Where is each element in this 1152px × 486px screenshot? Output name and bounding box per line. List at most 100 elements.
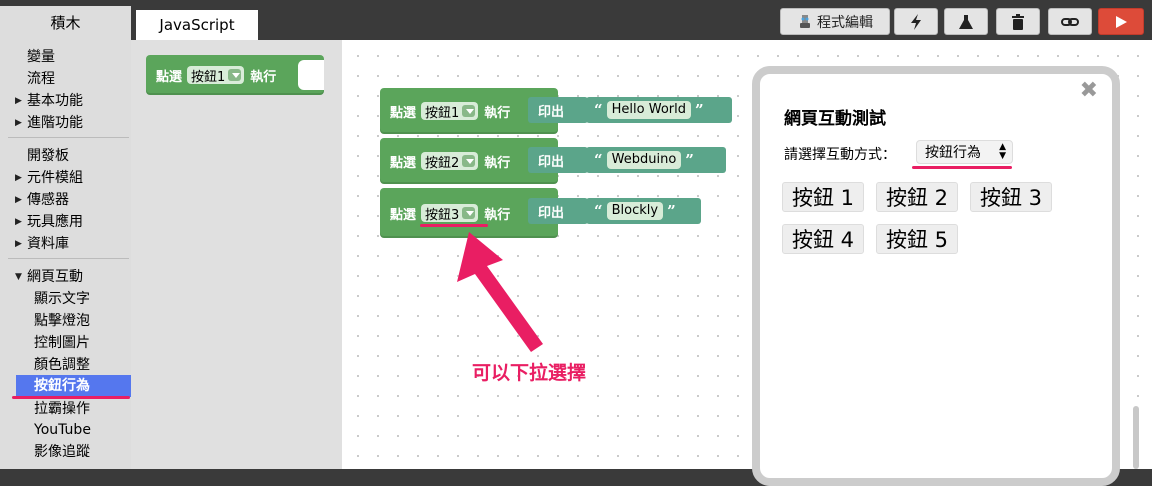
block-label-do: 執行 xyxy=(250,69,277,85)
category-board[interactable]: 開發板 xyxy=(0,145,131,167)
category-sensors[interactable]: ▶ 傳感器 xyxy=(0,189,131,211)
subcategory-youtube[interactable]: YouTube xyxy=(0,419,131,441)
print-label: 印出 xyxy=(538,205,565,221)
top-bar: 積木 JavaScript 程式編輯 xyxy=(0,0,1152,40)
block-label-click: 點選 xyxy=(390,155,417,171)
block-label-click: 點選 xyxy=(390,105,417,121)
category-label: 開發板 xyxy=(27,148,69,164)
open-quote-icon: “ xyxy=(594,151,603,169)
category-label: 基本功能 xyxy=(27,93,83,109)
subcategory-button-behavior[interactable]: 按鈕行為 xyxy=(16,375,131,397)
interaction-select[interactable]: 按鈕行為 ▲ ▼ xyxy=(916,140,1013,164)
dropdown-caret-icon xyxy=(462,155,476,167)
category-label: 資料庫 xyxy=(27,236,69,252)
link-button[interactable] xyxy=(1048,8,1092,35)
category-label: 顯示文字 xyxy=(34,291,90,307)
category-label: YouTube xyxy=(34,422,91,438)
button-dropdown[interactable]: 按鈕1 xyxy=(187,66,245,85)
interaction-label: 請選擇互動方式： xyxy=(784,147,896,163)
code-edit-button[interactable]: 程式編輯 xyxy=(780,8,890,35)
run-button[interactable] xyxy=(1098,8,1144,35)
trash-button[interactable] xyxy=(996,8,1040,35)
category-label: 按鈕行為 xyxy=(34,378,90,394)
category-flow[interactable]: 流程 xyxy=(0,68,131,90)
tab-blocks[interactable]: 積木 xyxy=(0,6,131,40)
category-modules[interactable]: ▶ 元件模組 xyxy=(0,167,131,189)
close-quote-icon: ” xyxy=(694,101,704,119)
category-label: 網頁互動 xyxy=(27,269,83,285)
close-icon[interactable]: ✖ xyxy=(1080,78,1098,103)
preview-button-3[interactable]: 按鈕 3 xyxy=(970,182,1052,212)
expand-arrow-icon: ▶ xyxy=(15,118,22,128)
code-edit-label: 程式編輯 xyxy=(817,14,873,31)
close-quote-icon: ” xyxy=(685,151,694,169)
divider xyxy=(8,137,129,138)
lightning-button[interactable] xyxy=(894,8,938,35)
select-value: 按鈕行為 xyxy=(925,145,981,161)
dropdown-value: 按鈕1 xyxy=(425,105,460,121)
print-block-1[interactable]: 印出 xyxy=(528,97,588,123)
expand-arrow-icon: ▶ xyxy=(15,173,22,183)
print-label: 印出 xyxy=(538,104,565,120)
preview-button-4[interactable]: 按鈕 4 xyxy=(782,224,864,254)
subcategory-tracking[interactable]: 影像追蹤 xyxy=(0,441,131,463)
expand-arrow-icon: ▶ xyxy=(15,217,22,227)
play-icon xyxy=(1114,15,1128,29)
preview-button-1[interactable]: 按鈕 1 xyxy=(782,182,864,212)
close-quote-icon: ” xyxy=(667,202,676,220)
category-label: 拉霸操作 xyxy=(34,401,90,417)
statement-socket xyxy=(298,60,324,90)
button-dropdown-2[interactable]: 按鈕2 xyxy=(421,152,479,171)
block-label-click: 點選 xyxy=(390,207,417,223)
category-label: 點擊燈泡 xyxy=(34,313,90,329)
select-underline xyxy=(912,166,1012,169)
subcategory-bulb[interactable]: 點擊燈泡 xyxy=(0,310,131,332)
block-label-click: 點選 xyxy=(156,69,183,85)
highlight-underline xyxy=(12,396,130,399)
category-database[interactable]: ▶ 資料庫 xyxy=(0,233,131,255)
subcategory-slider[interactable]: 拉霸操作 xyxy=(0,398,131,420)
category-basic[interactable]: ▶ 基本功能 xyxy=(0,90,131,112)
category-label: 玩具應用 xyxy=(27,214,83,230)
preview-button-2[interactable]: 按鈕 2 xyxy=(876,182,958,212)
category-label: 控制圖片 xyxy=(34,335,90,351)
subcategory-image[interactable]: 控制圖片 xyxy=(0,332,131,354)
text-value[interactable]: Webduino xyxy=(606,151,682,169)
print-block-3[interactable]: 印出 xyxy=(528,198,588,224)
dropdown-value: 按鈕2 xyxy=(425,155,460,171)
toolbox-sidebar: 變量 流程 ▶ 基本功能 ▶ 進階功能 開發板 ▶ 元件模組 ▶ 傳感器 ▶ 玩具應用 ▶… xyxy=(0,40,131,469)
collapse-arrow-icon: ▼ xyxy=(15,272,22,282)
link-icon xyxy=(1061,16,1079,28)
button-dropdown-1[interactable]: 按鈕1 xyxy=(421,102,479,121)
text-block-2[interactable]: “ Webduino ” xyxy=(586,147,726,173)
text-block-3[interactable]: “ Blockly ” xyxy=(586,198,701,224)
category-web-interaction[interactable]: ▼ 網頁互動 xyxy=(0,266,131,288)
subcategory-color[interactable]: 顏色調整 xyxy=(0,354,131,376)
block-label-do: 執行 xyxy=(484,155,511,171)
dropdown-caret-icon xyxy=(462,207,476,219)
expand-arrow-icon: ▶ xyxy=(15,239,22,249)
block-flyout xyxy=(131,40,342,469)
text-value[interactable]: Hello World xyxy=(606,101,691,119)
preview-panel: ✖ 網頁互動測試 請選擇互動方式： 按鈕行為 ▲ ▼ 按鈕 1 按鈕 2 按鈕 3… xyxy=(752,66,1120,486)
category-label: 傳感器 xyxy=(27,192,69,208)
button-dropdown-3[interactable]: 按鈕3 xyxy=(421,204,479,223)
text-block-1[interactable]: “ Hello World ” xyxy=(586,97,732,123)
pointer-arrow-icon xyxy=(457,232,543,352)
dropdown-value: 按鈕1 xyxy=(191,69,226,85)
workspace-scrollbar[interactable] xyxy=(1133,406,1139,469)
category-variables[interactable]: 變量 xyxy=(0,46,131,68)
category-label: 進階功能 xyxy=(27,115,83,131)
subcategory-show-text[interactable]: 顯示文字 xyxy=(0,288,131,310)
preview-button-5[interactable]: 按鈕 5 xyxy=(876,224,958,254)
dropdown-caret-icon xyxy=(462,105,476,117)
category-advanced[interactable]: ▶ 進階功能 xyxy=(0,112,131,134)
category-label: 顏色調整 xyxy=(34,357,90,373)
flask-button[interactable] xyxy=(944,8,988,35)
category-toys[interactable]: ▶ 玩具應用 xyxy=(0,211,131,233)
dropdown-underline xyxy=(420,224,488,227)
print-block-2[interactable]: 印出 xyxy=(528,147,588,173)
text-value[interactable]: Blockly xyxy=(606,202,664,220)
expand-arrow-icon: ▶ xyxy=(15,96,22,106)
tab-javascript[interactable]: JavaScript xyxy=(136,10,258,40)
